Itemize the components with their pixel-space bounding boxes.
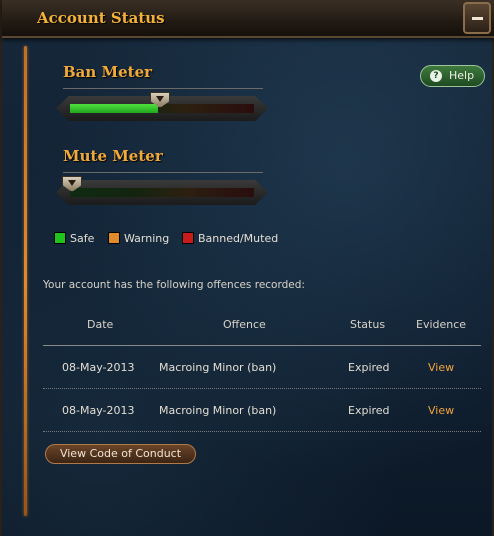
table-cell-date: 08-May-2013 (62, 404, 135, 417)
legend-item-safe: Safe (54, 232, 94, 245)
divider (63, 88, 263, 89)
ban-meter-title: Ban Meter (63, 63, 153, 81)
view-code-of-conduct-button[interactable]: View Code of Conduct (45, 444, 196, 464)
mute-meter-track (70, 188, 254, 197)
view-evidence-link[interactable]: View (428, 361, 454, 374)
offences-intro: Your account has the following offences … (43, 279, 305, 291)
row-divider (43, 388, 481, 389)
warning-swatch-icon (108, 232, 120, 244)
legend-label: Warning (124, 232, 170, 245)
legend-label: Safe (70, 232, 95, 245)
safe-swatch-icon (54, 232, 66, 244)
column-header-status: Status (350, 318, 386, 331)
column-header-evidence: Evidence (416, 318, 467, 331)
divider (63, 172, 263, 173)
table-header-divider (43, 345, 481, 346)
ban-meter-fill (70, 104, 158, 113)
legend-item-banned: Banned/Muted (182, 232, 278, 245)
legend-item-warning: Warning (108, 232, 169, 245)
row-divider (43, 431, 481, 432)
table-cell-status: Expired (348, 404, 390, 417)
account-status-panel: Account Status Ban Meter Mute Meter ? He… (0, 0, 494, 536)
minus-icon (472, 17, 483, 20)
table-cell-status: Expired (348, 361, 390, 374)
panel-header: Account Status (2, 0, 494, 38)
table-cell-date: 08-May-2013 (62, 361, 135, 374)
question-icon: ? (430, 70, 442, 82)
mute-meter (56, 180, 268, 205)
table-cell-offence: Macroing Minor (ban) (159, 404, 277, 417)
column-header-date: Date (87, 318, 114, 331)
legend-label: Banned/Muted (198, 232, 279, 245)
panel-title: Account Status (37, 9, 165, 27)
help-label: Help (449, 69, 475, 82)
table-cell-offence: Macroing Minor (ban) (159, 361, 277, 374)
banned-swatch-icon (182, 232, 194, 244)
help-button[interactable]: ? Help (420, 65, 485, 87)
collapse-button[interactable] (463, 2, 491, 34)
column-header-offence: Offence (223, 318, 266, 331)
view-evidence-link[interactable]: View (428, 404, 454, 417)
decorative-rail (24, 46, 27, 516)
mute-meter-title: Mute Meter (63, 147, 163, 165)
